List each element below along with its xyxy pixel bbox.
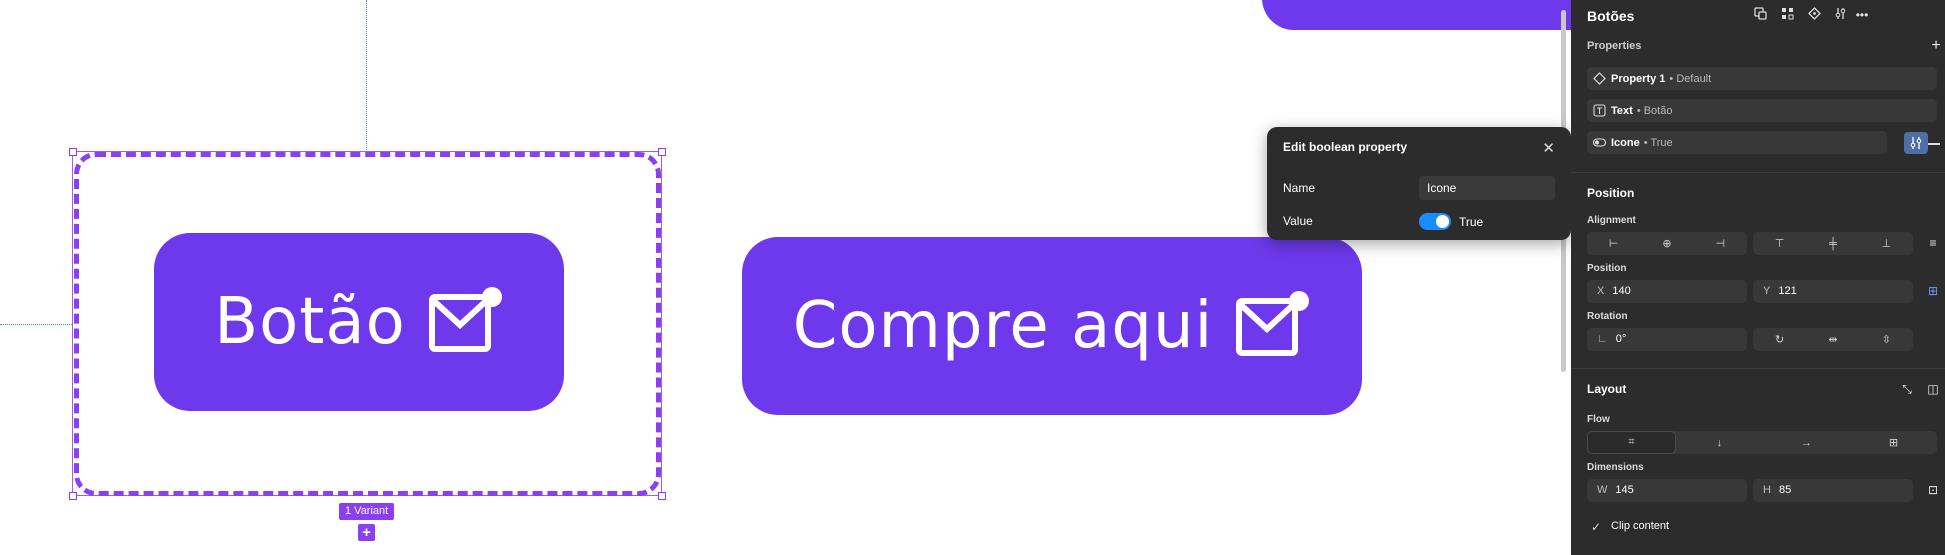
align-center-horizontal-icon[interactable]: ⊕ xyxy=(1640,232,1693,255)
height-input[interactable]: H 85 xyxy=(1753,479,1913,502)
design-canvas[interactable]: Botão Compre aqui 1 Variant + xyxy=(0,0,1571,555)
value-toggle[interactable] xyxy=(1419,213,1451,230)
close-icon[interactable]: ✕ xyxy=(1542,139,1555,157)
constraints-icon[interactable]: ⊞ xyxy=(1925,283,1941,299)
properties-section-title: Properties xyxy=(1587,40,1642,52)
flow-label: Flow xyxy=(1587,414,1610,425)
x-value: 140 xyxy=(1612,285,1631,297)
more-options-icon[interactable]: ••• xyxy=(1854,7,1870,23)
resize-to-fit-icon[interactable]: ⊡ xyxy=(1925,482,1941,498)
property-value: • True xyxy=(1643,136,1673,149)
rotation-value: 0° xyxy=(1615,333,1627,345)
distribute-icon[interactable]: ≡ xyxy=(1925,235,1941,251)
adjust-sliders-icon xyxy=(1910,137,1922,149)
variant-count-badge[interactable]: 1 Variant xyxy=(339,503,395,520)
flow-vertical-icon[interactable]: ↓ xyxy=(1676,431,1763,454)
boolean-toggle-icon xyxy=(1593,138,1606,147)
position-section-title: Position xyxy=(1587,186,1635,200)
horizontal-alignment-group: ⊢ ⊕ ⊣ xyxy=(1587,232,1747,255)
alignment-label: Alignment xyxy=(1587,215,1636,226)
property-value: • Botão xyxy=(1636,104,1673,117)
h-value: 85 xyxy=(1778,484,1792,496)
component-button-label: Botão xyxy=(214,285,406,359)
auto-layout-icon[interactable]: ◫ xyxy=(1925,381,1941,397)
vertical-alignment-group: ⊤ ╪ ⊥ xyxy=(1753,232,1913,255)
width-input[interactable]: W 145 xyxy=(1587,479,1747,502)
toggle-value-text: True xyxy=(1459,215,1484,229)
section-divider xyxy=(1571,172,1945,173)
property-row-boolean[interactable]: Icone • True xyxy=(1587,131,1887,154)
property-name-input[interactable]: Icone xyxy=(1419,176,1555,200)
rotate-icon[interactable]: ↻ xyxy=(1753,328,1806,351)
toggle-knob xyxy=(1436,215,1449,228)
instance-button[interactable]: Compre aqui xyxy=(742,237,1362,415)
property-name: Property 1 xyxy=(1611,72,1666,85)
rotation-input[interactable]: ∟ 0° xyxy=(1587,328,1747,351)
add-property-icon[interactable]: + xyxy=(1928,38,1944,54)
y-value: 121 xyxy=(1778,285,1797,297)
properties-panel: Botões ••• Properties + Property 1 • Def… xyxy=(1571,0,1945,555)
align-middle-vertical-icon[interactable]: ╪ xyxy=(1806,232,1859,255)
add-variant-button[interactable]: + xyxy=(358,524,375,541)
popover-title: Edit boolean property xyxy=(1283,140,1408,154)
text-property-icon xyxy=(1593,104,1606,117)
w-value: 145 xyxy=(1615,484,1634,496)
clip-content-checkbox[interactable]: ✓ xyxy=(1591,520,1601,534)
w-label: W xyxy=(1597,484,1608,496)
h-label: H xyxy=(1763,484,1771,496)
rotation-label: Rotation xyxy=(1587,311,1628,322)
instance-button-label: Compre aqui xyxy=(792,289,1214,363)
clip-content-label: Clip content xyxy=(1611,520,1670,532)
mail-notification-icon xyxy=(1236,291,1310,356)
component-button[interactable]: Botão xyxy=(154,233,564,411)
position-label: Position xyxy=(1587,263,1627,274)
property-name: Icone xyxy=(1611,136,1640,149)
variant-diamond-icon xyxy=(1593,72,1606,85)
resize-handle-top-left[interactable] xyxy=(69,148,77,156)
layout-section-title: Layout xyxy=(1587,382,1627,396)
remove-property-icon[interactable] xyxy=(1928,143,1940,145)
flip-horizontal-icon[interactable]: ⇹ xyxy=(1806,328,1859,351)
dimensions-label: Dimensions xyxy=(1587,462,1644,473)
resize-handle-bottom-right[interactable] xyxy=(658,492,666,500)
horizontal-guide-line xyxy=(0,324,72,325)
flip-vertical-icon[interactable]: ⇳ xyxy=(1860,328,1913,351)
align-right-icon[interactable]: ⊣ xyxy=(1694,232,1747,255)
value-label: Value xyxy=(1283,214,1313,228)
x-label: X xyxy=(1597,285,1605,297)
section-divider xyxy=(1571,368,1945,369)
property-value: • Default xyxy=(1669,72,1712,85)
y-label: Y xyxy=(1763,285,1771,297)
flow-grid-icon[interactable]: ⊞ xyxy=(1850,431,1937,454)
partial-button-shape[interactable] xyxy=(1262,0,1571,30)
component-diamond-icon[interactable] xyxy=(1806,7,1822,23)
property-row-variant[interactable]: Property 1 • Default xyxy=(1587,67,1937,90)
align-bottom-icon[interactable]: ⊥ xyxy=(1860,232,1913,255)
x-position-input[interactable]: X 140 xyxy=(1587,280,1747,303)
property-name: Text xyxy=(1611,104,1633,117)
mail-notification-icon xyxy=(428,287,502,352)
edit-boolean-property-popover: Edit boolean property ✕ Name Icone Value… xyxy=(1267,127,1571,240)
align-left-icon[interactable]: ⊢ xyxy=(1587,232,1640,255)
y-position-input[interactable]: Y 121 xyxy=(1753,280,1913,303)
collapse-layout-icon[interactable]: ⤡ xyxy=(1899,381,1915,397)
grid-component-icon[interactable] xyxy=(1779,7,1795,23)
adjust-sliders-icon[interactable] xyxy=(1832,7,1848,23)
align-top-icon[interactable]: ⊤ xyxy=(1753,232,1806,255)
resize-handle-top-right[interactable] xyxy=(658,148,666,156)
transform-group: ↻ ⇹ ⇳ xyxy=(1753,328,1913,351)
angle-icon: ∟ xyxy=(1597,333,1608,345)
panel-title: Botões xyxy=(1587,8,1635,24)
flow-freeform-icon[interactable]: ⌗ xyxy=(1587,431,1676,454)
edit-property-button[interactable] xyxy=(1904,132,1928,154)
flow-horizontal-icon[interactable]: → xyxy=(1763,431,1850,454)
property-row-text[interactable]: Text • Botão xyxy=(1587,99,1937,122)
name-label: Name xyxy=(1283,181,1316,195)
detach-component-icon[interactable] xyxy=(1752,7,1768,23)
resize-handle-bottom-left[interactable] xyxy=(69,492,77,500)
flow-toggle-group: ⌗ ↓ → ⊞ xyxy=(1587,431,1937,454)
vertical-guide-line xyxy=(366,0,367,150)
